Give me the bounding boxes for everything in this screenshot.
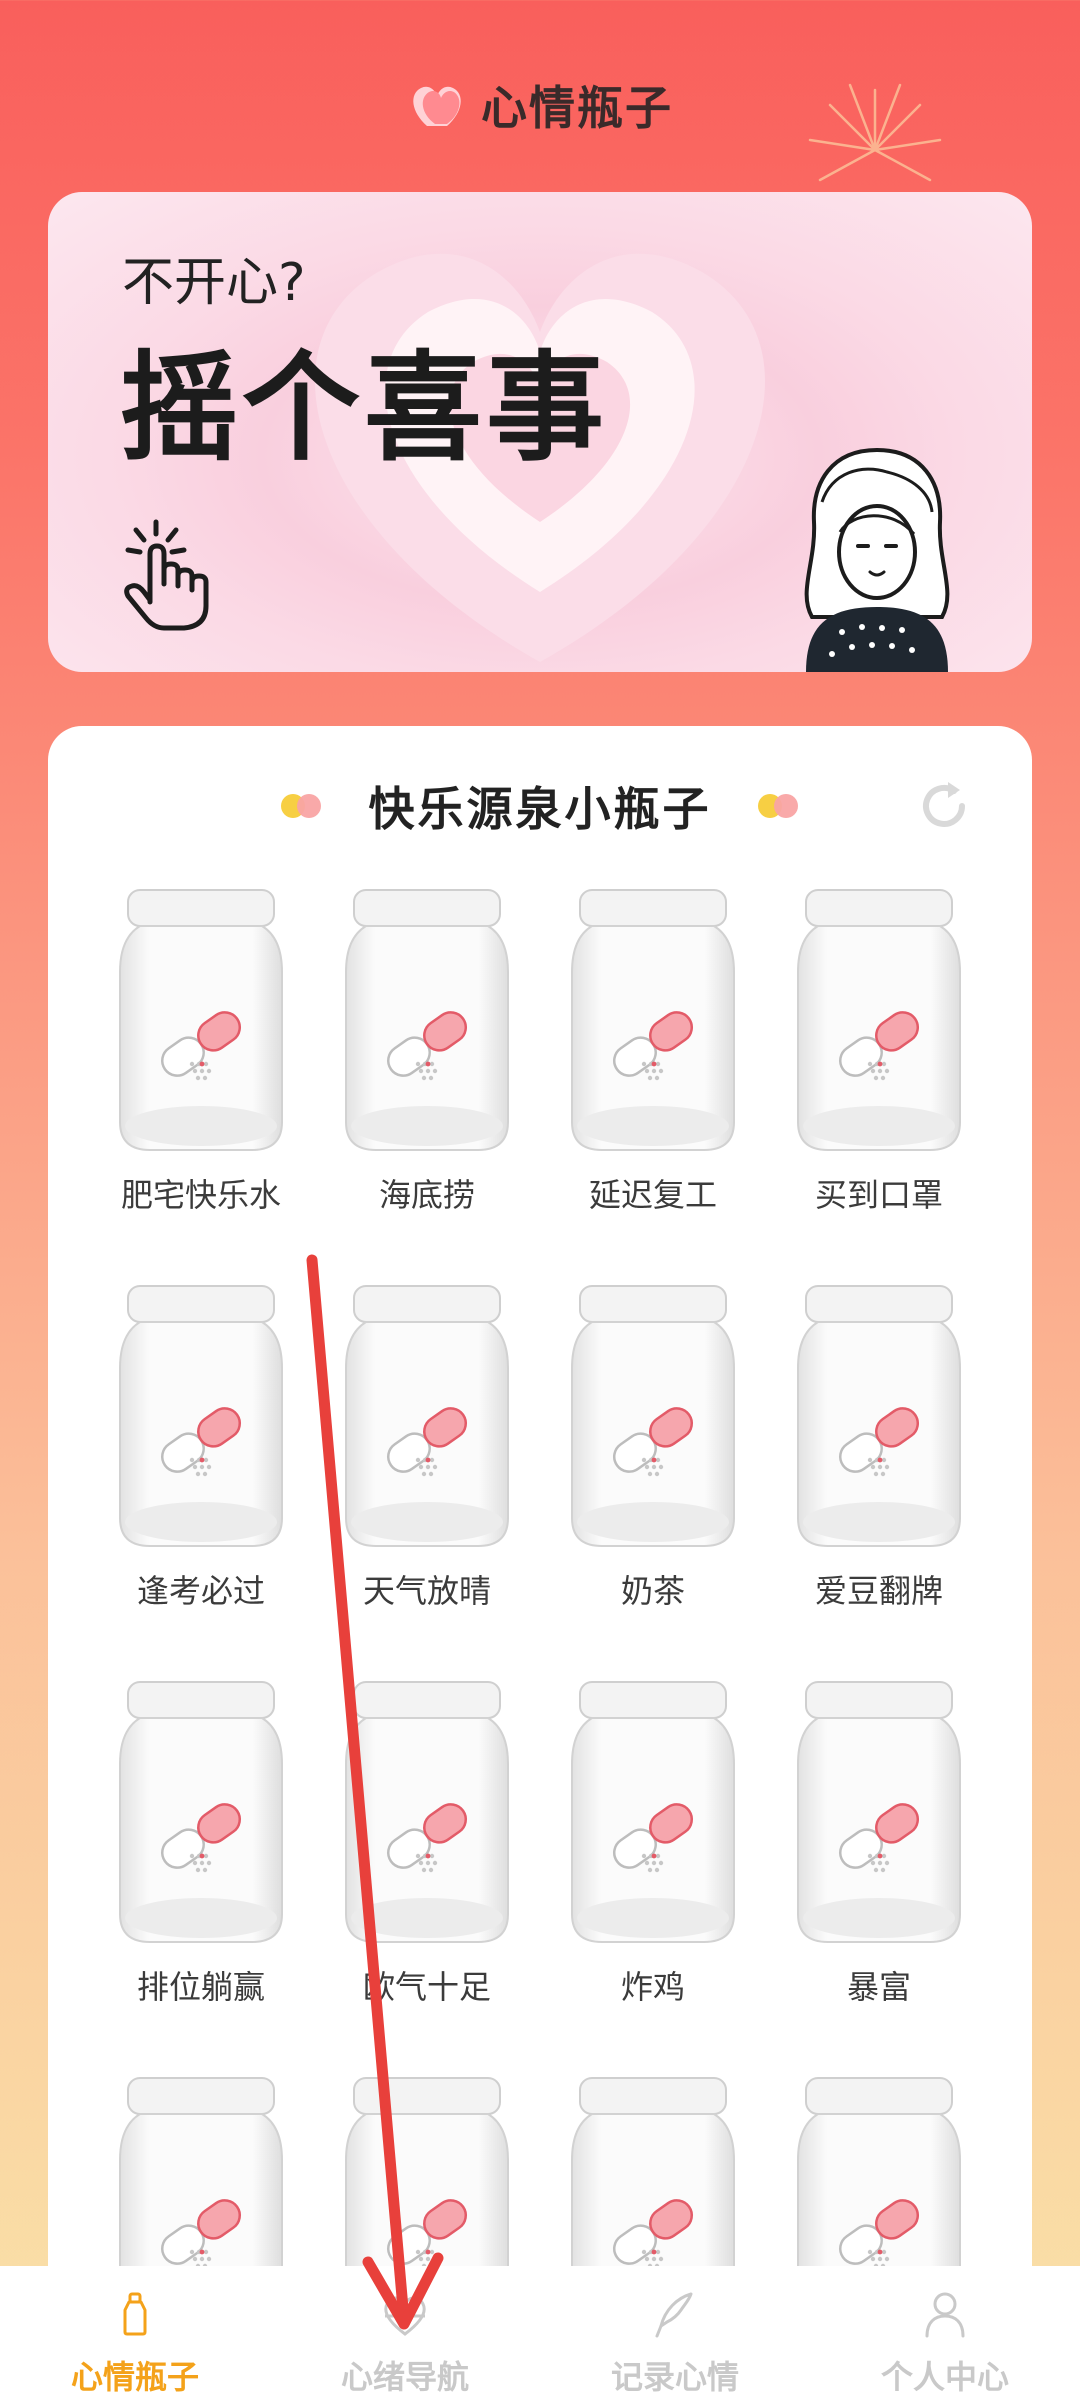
jar-label: 暴富	[846, 1968, 911, 2006]
decor-dots-icon	[280, 794, 323, 818]
jar-label: 奶茶	[620, 1572, 685, 1610]
jar-icon	[342, 1282, 512, 1550]
jar-icon	[342, 1678, 512, 1946]
jar-item[interactable]: 爱豆翻牌	[766, 1282, 992, 1626]
jar-item[interactable]: 天气放晴	[314, 1282, 540, 1626]
page-title: 心情瓶子	[481, 81, 673, 135]
tap-hand-icon	[124, 519, 209, 631]
person-icon	[925, 2292, 965, 2338]
tab-label: 心绪导航	[340, 2358, 469, 2396]
jar-label: 买到口罩	[814, 1176, 943, 1214]
jar-label: 欧气十足	[362, 1968, 491, 2006]
tab-label: 心情瓶子	[70, 2358, 199, 2396]
jar-item[interactable]: 排位躺赢	[88, 1678, 314, 2022]
jar-icon	[116, 1678, 286, 1946]
tab-label: 记录心情	[610, 2358, 739, 2396]
tab-mood-navigation[interactable]: 心绪导航	[270, 2266, 540, 2408]
girl-avatar-icon	[804, 447, 950, 672]
firework-decoration-icon	[808, 83, 942, 182]
jar-label: 爱豆翻牌	[814, 1572, 943, 1610]
jar-icon	[116, 1282, 286, 1550]
quill-icon	[655, 2292, 693, 2338]
jar-icon	[794, 886, 964, 1154]
jar-label: 肥宅快乐水	[120, 1176, 281, 1214]
jar-item[interactable]: 肥宅快乐水	[88, 886, 314, 1230]
jar-icon	[568, 1678, 738, 1946]
card-title: 快乐源泉小瓶子	[368, 782, 712, 836]
jar-label: 排位躺赢	[136, 1968, 265, 2006]
tab-personal-center[interactable]: 个人中心	[810, 2266, 1080, 2408]
decor-dots-icon	[757, 794, 800, 818]
jar-icon	[568, 886, 738, 1154]
heart-logo-icon	[413, 86, 461, 126]
heartbeat-icon	[384, 2296, 426, 2336]
jar-item[interactable]: 欧气十足	[314, 1678, 540, 2022]
jar-item[interactable]: 奶茶	[540, 1282, 766, 1626]
jar-icon	[116, 886, 286, 1154]
jar-item[interactable]: 买到口罩	[766, 886, 992, 1230]
jar-item[interactable]: 暴富	[766, 1678, 992, 2022]
tab-mood-bottles[interactable]: 心情瓶子	[0, 2266, 270, 2408]
jar-icon	[342, 886, 512, 1154]
jar-grid: 肥宅快乐水 海底捞 延迟复工 买到口罩 逢考必过 天气放晴 奶茶 爱豆翻牌 排位…	[88, 886, 992, 2408]
tab-label: 个人中心	[880, 2358, 1009, 2396]
jar-label: 延迟复工	[588, 1176, 717, 1214]
refresh-icon[interactable]	[916, 778, 972, 834]
shake-banner[interactable]: 不开心? 摇个喜事	[48, 192, 1032, 672]
banner-subtitle: 不开心?	[122, 253, 306, 313]
jar-icon	[568, 1282, 738, 1550]
banner-headline: 摇个喜事	[120, 339, 609, 477]
jar-item[interactable]: 炸鸡	[540, 1678, 766, 2022]
jar-label: 炸鸡	[620, 1968, 685, 2006]
happy-jars-card: 快乐源泉小瓶子 肥宅快乐水 海底捞 延迟复工 买到口罩 逢考必过 天气放晴 奶茶…	[48, 726, 1032, 2408]
jar-label: 海底捞	[378, 1176, 475, 1214]
jar-item[interactable]: 延迟复工	[540, 886, 766, 1230]
jar-icon	[794, 1678, 964, 1946]
bottom-tab-bar: 心情瓶子 心绪导航 记录心情 个人中心	[0, 2266, 1080, 2408]
bottle-icon	[123, 2292, 147, 2336]
card-header: 快乐源泉小瓶子	[48, 766, 1032, 846]
jar-label: 逢考必过	[136, 1572, 265, 1610]
jar-icon	[794, 1282, 964, 1550]
jar-item[interactable]: 海底捞	[314, 886, 540, 1230]
tab-record-mood[interactable]: 记录心情	[540, 2266, 810, 2408]
jar-label: 天气放晴	[362, 1572, 491, 1610]
jar-item[interactable]: 逢考必过	[88, 1282, 314, 1626]
